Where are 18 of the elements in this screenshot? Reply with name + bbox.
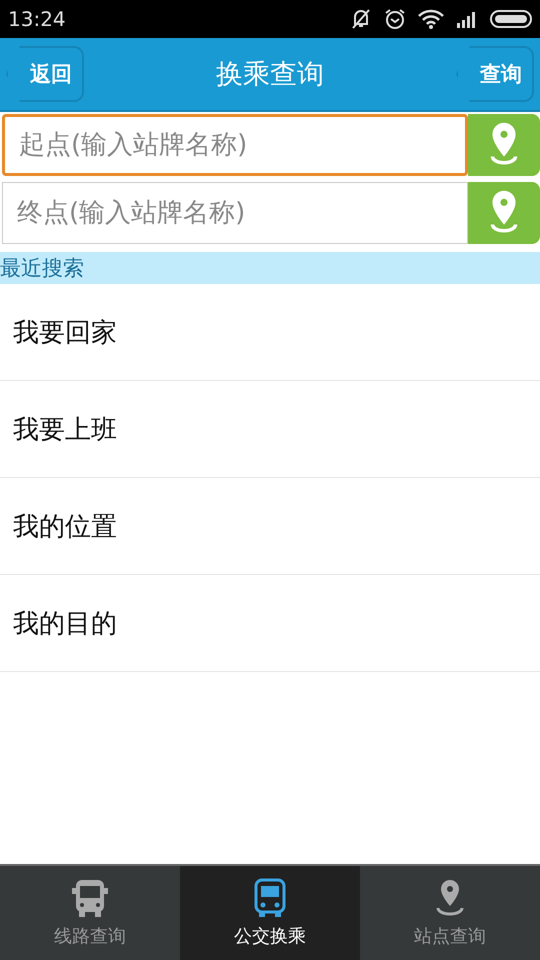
- recent-item[interactable]: 我的位置: [0, 478, 540, 575]
- page-title: 换乘查询: [216, 58, 324, 92]
- bus-icon: [70, 878, 110, 918]
- battery-icon: [490, 10, 532, 28]
- recent-item[interactable]: 我要回家: [0, 284, 540, 381]
- status-time: 13:24: [8, 7, 66, 31]
- signal-icon: [456, 10, 478, 28]
- location-button[interactable]: [468, 114, 540, 176]
- recent-item[interactable]: 我的目的: [0, 575, 540, 672]
- nav-tab[interactable]: 公交换乘: [180, 866, 360, 960]
- wifi-icon: [418, 9, 444, 29]
- section-header: 最近搜索: [0, 252, 540, 284]
- location-button[interactable]: [468, 182, 540, 244]
- input-field[interactable]: 终点(输入站牌名称): [2, 182, 468, 244]
- muted-bell-icon: [350, 8, 372, 30]
- recent-item[interactable]: 我要上班: [0, 381, 540, 478]
- input-field[interactable]: 起点(输入站牌名称): [2, 114, 468, 176]
- alarm-icon: [384, 8, 406, 30]
